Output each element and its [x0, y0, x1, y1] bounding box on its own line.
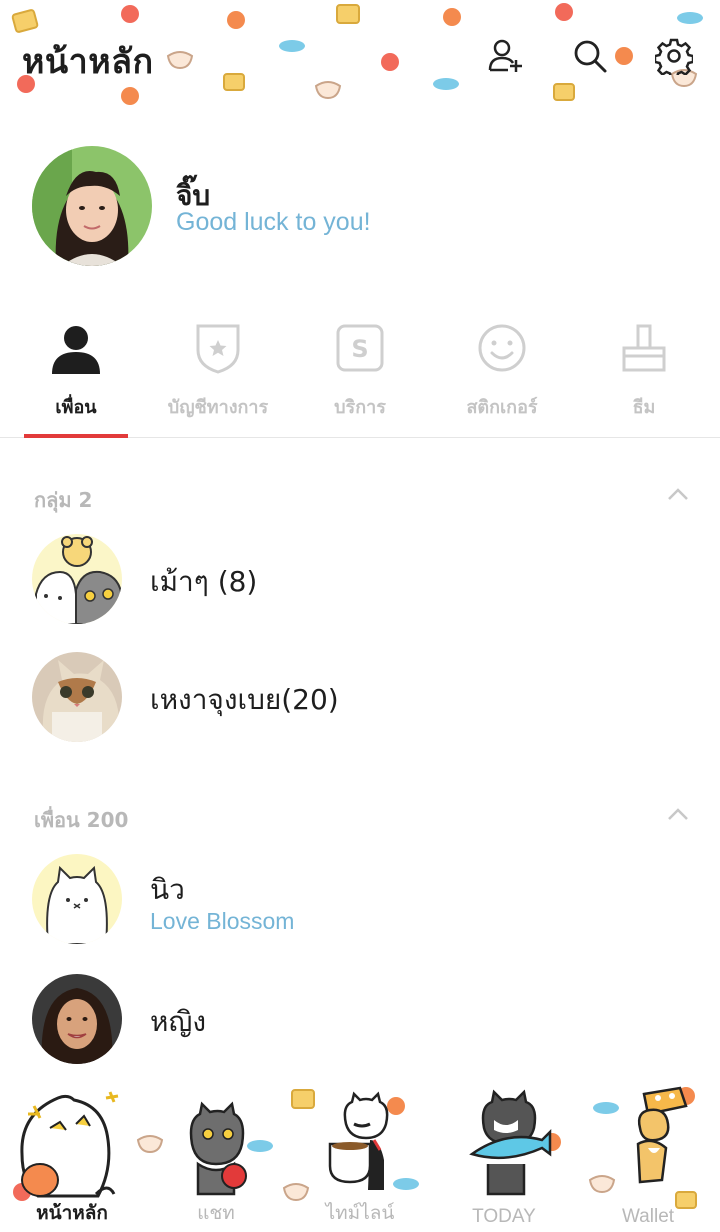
nav-label: แชท [197, 1203, 235, 1224]
settings-button[interactable] [652, 34, 696, 78]
bottom-nav: หน้าหลัก แชท ไทม์ไลน์ TODAY Wallet [0, 1080, 720, 1232]
nav-label: หน้าหลัก [36, 1203, 108, 1224]
tab-label: บัญชีทางการ [167, 397, 269, 418]
friend-avatar [32, 854, 122, 944]
list-item[interactable]: เหงาจุงเบย(20) [0, 642, 720, 752]
list-item[interactable]: เม้าๆ (8) [0, 524, 720, 634]
svg-text:S: S [351, 335, 368, 363]
tab-friends[interactable]: เพื่อน [4, 300, 148, 438]
list-item[interactable]: นิว Love Blossom [0, 844, 720, 954]
nav-home[interactable]: หน้าหลัก [0, 1080, 144, 1232]
groups-section-header: กลุ่ม 2 [34, 488, 93, 512]
chevron-up-icon[interactable] [666, 486, 690, 502]
today-cat-sticker-icon [469, 1089, 552, 1196]
brush-icon [622, 324, 666, 372]
chat-cat-sticker-icon [189, 1101, 247, 1196]
my-profile[interactable]: จิ๊บ Good luck to you! [0, 130, 720, 280]
list-item[interactable]: หญิง [0, 964, 720, 1074]
header: หน้าหลัก [0, 0, 720, 112]
timeline-cat-sticker-icon [328, 1091, 389, 1190]
gear-icon [655, 38, 693, 75]
group-name: เหงาจุงเบย(20) [150, 683, 339, 716]
smiley-icon [478, 324, 526, 372]
tab-label: บริการ [334, 397, 386, 418]
wallet-hamster-sticker-icon [636, 1086, 688, 1184]
nav-label: ไทม์ไลน์ [325, 1203, 395, 1224]
group-avatar [32, 534, 122, 624]
nav-label: Wallet [621, 1206, 675, 1227]
group-name: เม้าๆ (8) [150, 565, 258, 598]
tab-official-accounts[interactable]: บัญชีทางการ [146, 300, 290, 438]
tab-themes[interactable]: ธีม [572, 300, 716, 438]
tab-label: ธีม [632, 397, 656, 418]
nav-timeline[interactable]: ไทม์ไลน์ [288, 1080, 432, 1232]
chevron-up-icon[interactable] [666, 806, 690, 822]
search-icon [574, 40, 607, 73]
shield-star-icon [196, 324, 240, 374]
category-tabs: เพื่อน บัญชีทางการ S บริการ สติกเกอร์ ธี… [0, 300, 720, 438]
friend-status: Love Blossom [150, 908, 295, 934]
active-tab-indicator [24, 434, 128, 438]
nav-chat[interactable]: แชท [144, 1080, 288, 1232]
tab-stickers[interactable]: สติกเกอร์ [430, 300, 574, 438]
service-s-icon: S [336, 324, 384, 372]
friends-section-header: เพื่อน 200 [34, 808, 129, 832]
page-title: หน้าหลัก [22, 42, 154, 82]
profile-status: Good luck to you! [176, 208, 371, 236]
friend-avatar [32, 974, 122, 1064]
nav-label: TODAY [472, 1206, 536, 1227]
tab-services[interactable]: S บริการ [288, 300, 432, 438]
group-avatar [32, 652, 122, 742]
tab-label: สติกเกอร์ [466, 397, 538, 418]
nav-today[interactable]: TODAY [432, 1080, 576, 1232]
nav-wallet[interactable]: Wallet [576, 1080, 720, 1232]
person-icon [52, 326, 100, 374]
profile-avatar[interactable] [32, 146, 152, 266]
search-button[interactable] [568, 34, 612, 78]
friend-name: นิว [150, 873, 185, 906]
add-friend-icon [488, 39, 522, 72]
home-cat-sticker-icon [20, 1091, 119, 1198]
tab-label: เพื่อน [55, 397, 97, 418]
add-friend-button[interactable] [484, 34, 528, 78]
friend-name: หญิง [150, 1005, 206, 1038]
